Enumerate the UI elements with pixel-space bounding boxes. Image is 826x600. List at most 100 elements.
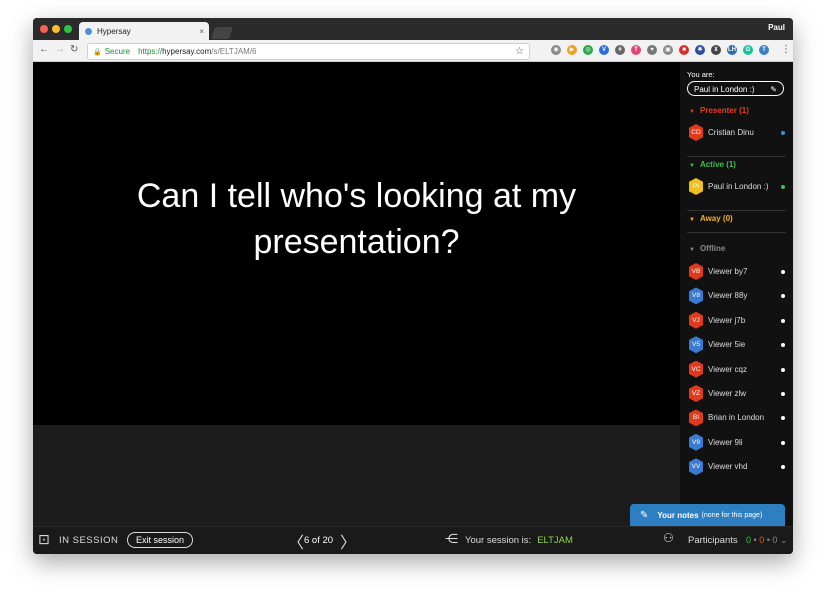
bookmark-star-icon[interactable]: ☆ [515,46,524,57]
ext-orange-icon[interactable]: ▶ [567,45,577,55]
avatar: V5 [689,336,703,354]
caret-down-icon: ▼ [689,247,695,253]
participant-item[interactable]: VJ Viewer j7b [689,311,785,330]
ext-bug-icon[interactable]: ¥ [711,45,721,55]
session-label: Your session is: [465,535,532,546]
participant-name: Viewer j7b [708,315,746,325]
previous-slide-icon[interactable]: 〈 [288,529,304,553]
url-host: hypersay.com [162,47,212,56]
participant-name: Viewer by7 [708,267,748,276]
section-away[interactable]: ▼ Away (0) [689,214,733,223]
profile-name[interactable]: Paul [768,23,785,32]
minimize-window-button[interactable] [52,25,60,33]
status-dot [781,294,785,299]
ext-vivaldi-icon[interactable]: V [599,45,609,55]
avatar: VB [689,263,703,280]
back-icon[interactable]: ← [39,44,49,55]
tab-close-icon[interactable]: × [199,27,204,36]
participant-item[interactable]: V8 Viewer 88y [689,287,785,305]
exit-session-button[interactable]: Exit session [127,532,193,548]
count-separator: • [753,535,757,545]
participant-name: Viewer 88y [708,291,748,301]
session-code[interactable]: ELTJAM [537,535,573,546]
avatar: VC [689,360,703,378]
participant-counts[interactable]: 0 • 0 • 0 ⌄ [746,535,787,546]
session-info: Your session is: ELTJAM [465,535,573,546]
participant-name: Brian in London [708,413,765,423]
ext-star-icon[interactable]: ✱ [695,45,705,55]
reload-icon[interactable]: ↻ [70,44,78,55]
avatar: VV [689,458,703,476]
browser-tab[interactable]: Hypersay × [79,22,209,40]
avatar: V9 [689,433,703,451]
avatar: CD [689,124,703,141]
maximize-window-button[interactable] [64,25,72,33]
participant-item[interactable]: PI Paul in London :) [689,178,785,196]
count-active: 0 [746,535,752,545]
address-bar[interactable]: 🔒 Secure https:// hypersay.com /s/ELTJAM… [87,43,530,60]
status-dot [781,416,785,421]
participant-item[interactable]: VC Viewer cqz [689,360,785,379]
edit-name-icon[interactable]: ✎ [770,82,777,97]
slide-margin [33,425,680,526]
ext-grammarly-icon[interactable]: G [743,45,753,55]
page-indicator: 6 of 20 [304,535,334,546]
status-dot [781,440,785,445]
ext-lh-icon[interactable]: LH [727,45,737,55]
section-presenter-label: Presenter (1) [699,106,749,115]
participants-label[interactable]: Participants [688,535,738,546]
your-name-value: Paul in London :) [694,85,755,94]
ext-red-icon[interactable]: ■ [679,45,689,55]
participants-icon[interactable]: ⚇ [663,531,674,545]
your-notes-button[interactable]: ✎ Your notes (none for this page) [630,504,785,526]
section-offline[interactable]: ▼ Offline [689,244,725,253]
status-dot [781,392,785,396]
divider [687,156,786,157]
ext-pink-icon[interactable]: T [631,45,641,55]
participant-item[interactable]: VV Viewer vhd [689,458,785,476]
ext-t-icon[interactable]: T [759,45,769,55]
participants-sidebar: You are: Paul in London :) ✎ ▼ Presenter … [680,62,793,526]
url-path: /s/ELTJAM/6 [211,47,257,56]
you-are-label: You are: [687,70,715,79]
section-active[interactable]: ▼ Active (1) [689,160,736,169]
ext-gray2-icon[interactable]: ▣ [663,45,673,55]
secure-label: Secure [104,47,131,56]
ext-gray-icon[interactable]: ◉ [551,45,561,55]
share-icon[interactable]: ⋲ [445,531,458,547]
participant-name: Viewer 9li [708,437,743,447]
status-dot [781,131,785,135]
close-window-button[interactable] [40,25,48,33]
participant-item[interactable]: CD Cristian Dinu [689,124,785,142]
caret-down-icon: ▼ [689,109,695,115]
participant-item[interactable]: V5 Viewer 5ie [689,336,785,354]
new-tab-button[interactable] [210,27,234,39]
ext-pocket-icon[interactable]: ♥ [647,45,657,55]
participant-item[interactable]: V9 Viewer 9li [689,433,785,452]
notes-sublabel: (none for this page) [701,511,763,519]
participant-name: Viewer vhd [708,462,748,472]
hypersay-favicon-icon [85,27,92,35]
participant-item[interactable]: VB Viewer by7 [689,263,785,281]
next-slide-icon[interactable]: 〉 [340,529,356,553]
count-offline: 0 [772,535,778,545]
browser-window: Hypersay × Paul ← → ↻ 🔒 Secure https:// … [33,18,793,554]
divider [687,232,786,233]
your-name-field[interactable]: Paul in London :) ✎ [687,81,784,96]
status-dot [781,465,785,470]
chevron-down-icon: ⌄ [779,535,788,545]
status-dot [781,270,785,274]
ext-green-icon[interactable]: ◎ [583,45,593,55]
section-presenter[interactable]: ▼ Presenter (1) [689,106,749,115]
forward-icon[interactable]: → [55,44,65,55]
presentation-icon: ⊡ [38,531,50,547]
section-active-label: Active (1) [699,160,736,169]
ext-hash-icon[interactable]: # [615,45,625,55]
divider [687,210,786,211]
participant-item[interactable]: VZ Viewer zlw [689,385,785,403]
participant-item[interactable]: BI Brian in London [689,409,785,427]
status-dot [781,343,785,348]
session-bar: ⊡ IN SESSION Exit session 〈 6 of 20 〉 ⋲ … [33,526,793,554]
notes-label: Your notes [657,510,699,520]
browser-menu-icon[interactable]: ⋮ [781,44,791,55]
